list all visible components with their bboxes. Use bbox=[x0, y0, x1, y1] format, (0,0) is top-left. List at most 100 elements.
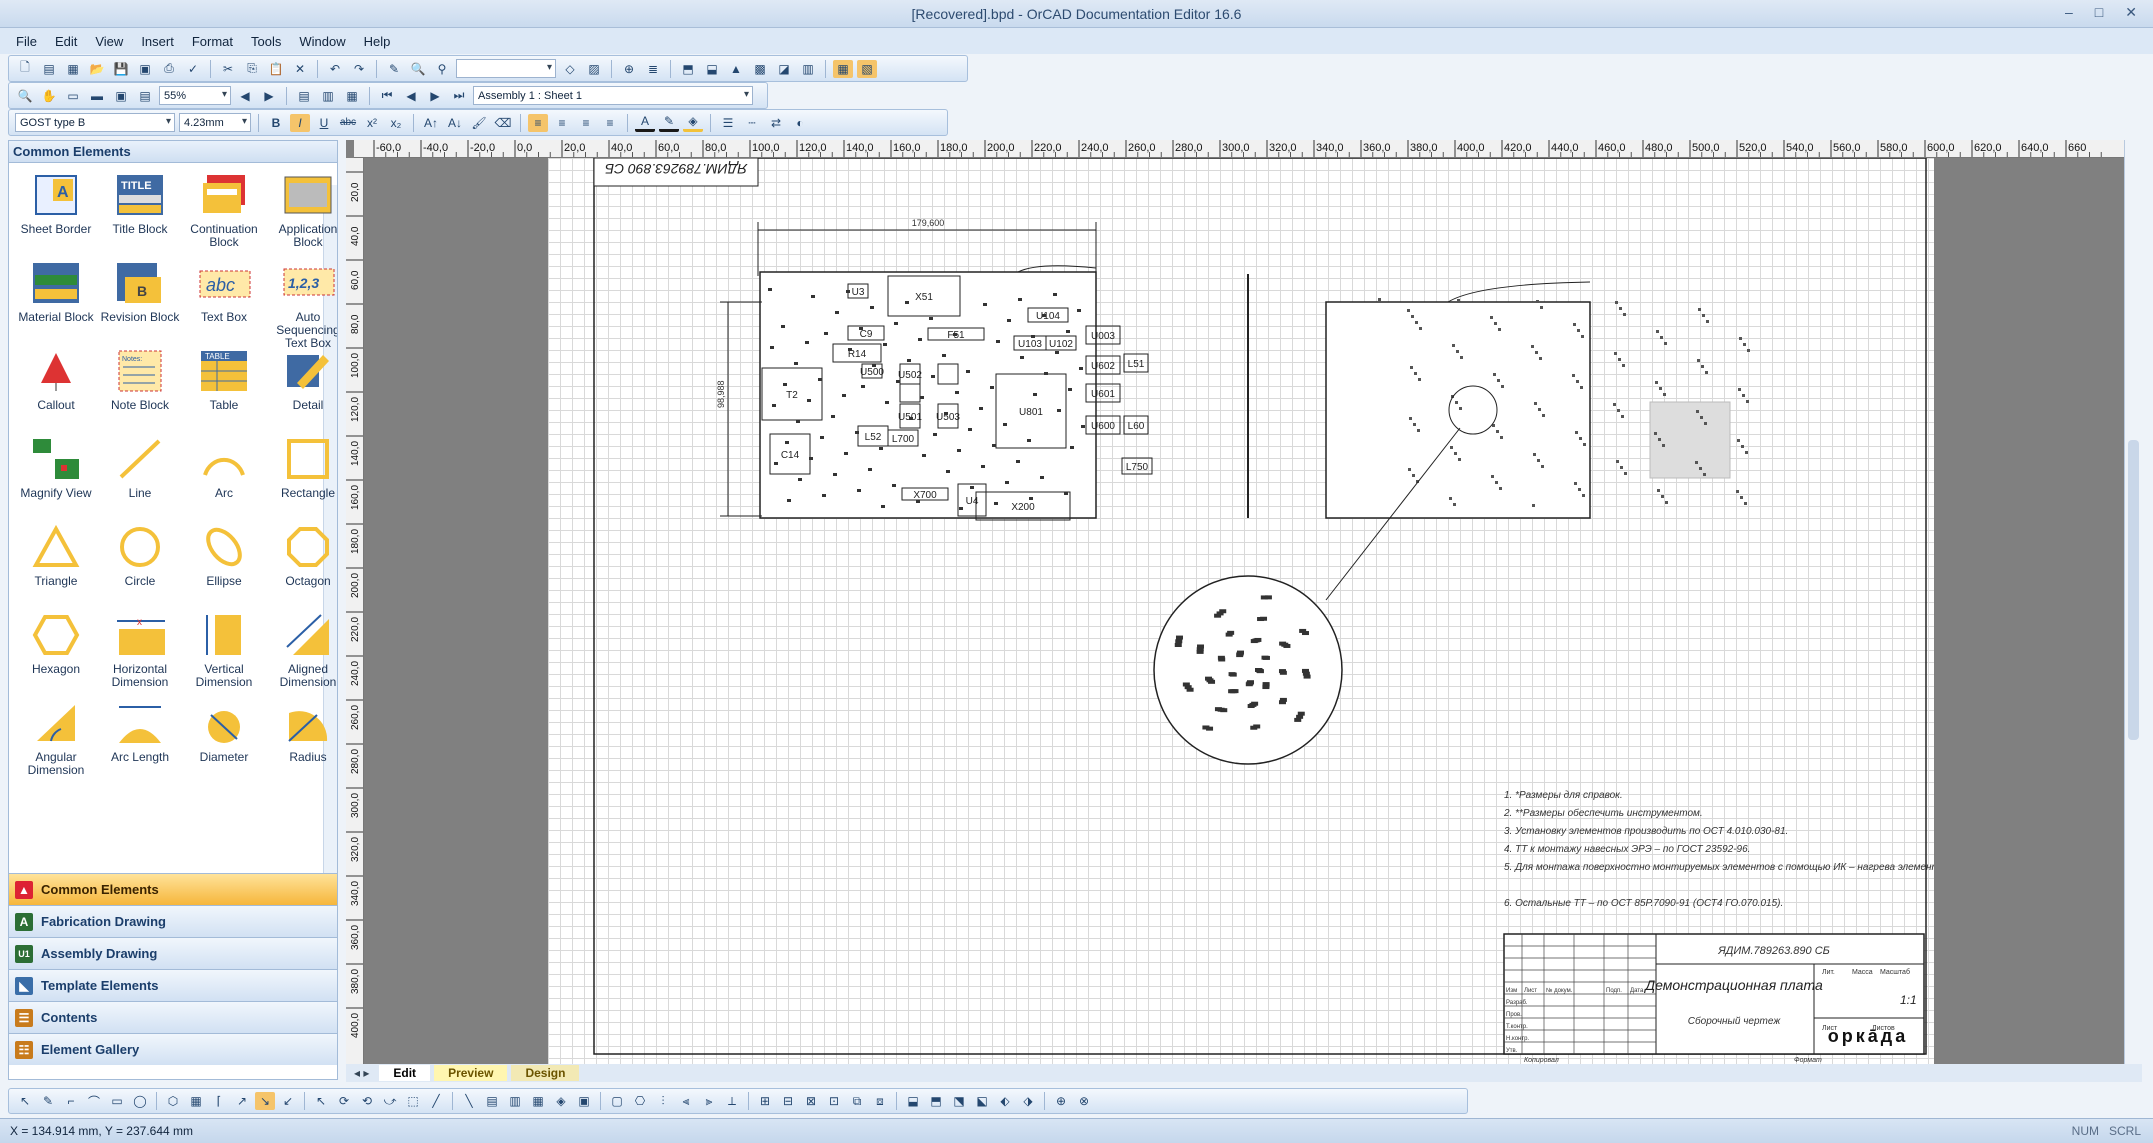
order-d-icon[interactable]: ⬕ bbox=[972, 1092, 992, 1110]
bold-button[interactable]: B bbox=[266, 114, 286, 132]
layers-icon[interactable]: ≣ bbox=[643, 60, 663, 78]
binoculars-icon[interactable]: ⚲ bbox=[432, 60, 452, 78]
snap-icon[interactable]: ▧ bbox=[857, 59, 877, 78]
bracket-icon[interactable]: ⌈ bbox=[209, 1092, 229, 1110]
save-icon[interactable]: 💾 bbox=[111, 60, 131, 78]
tab-design[interactable]: Design bbox=[511, 1065, 580, 1081]
palette-item-horizontal-dimension[interactable]: x Horizontal Dimension bbox=[97, 611, 183, 689]
menu-format[interactable]: Format bbox=[192, 34, 233, 49]
find-icon[interactable]: 🔍 bbox=[408, 60, 428, 78]
order-a-icon[interactable]: ⬓ bbox=[903, 1092, 923, 1110]
grow-font-icon[interactable]: A↑ bbox=[421, 114, 441, 132]
cut-icon[interactable]: ✂ bbox=[218, 60, 238, 78]
grid-c-icon[interactable]: ⊠ bbox=[801, 1092, 821, 1110]
align-center-icon[interactable]: ≡ bbox=[552, 114, 572, 132]
tab-edit[interactable]: Edit bbox=[379, 1065, 431, 1081]
palette-item-octagon[interactable]: Octagon bbox=[265, 523, 337, 588]
justify-icon[interactable]: ≡ bbox=[600, 114, 620, 132]
zoom-icon[interactable]: 🔍 bbox=[15, 87, 35, 105]
table-draw-icon[interactable]: ▦ bbox=[186, 1092, 206, 1110]
unstack-icon[interactable]: ⧈ bbox=[870, 1092, 890, 1110]
grid-d-icon[interactable]: ⊡ bbox=[824, 1092, 844, 1110]
palette-item-circle[interactable]: Circle bbox=[97, 523, 183, 588]
highlight-icon[interactable]: ▨ bbox=[584, 60, 604, 78]
polygon-draw-icon[interactable]: ⬡ bbox=[163, 1092, 183, 1110]
tab-preview[interactable]: Preview bbox=[434, 1065, 508, 1081]
back-icon[interactable]: ◀ bbox=[235, 87, 255, 105]
ellipse-draw-icon[interactable]: ◯ bbox=[130, 1092, 150, 1110]
palette-item-line[interactable]: Line bbox=[97, 435, 183, 500]
font-combo[interactable]: GOST type B bbox=[15, 113, 175, 132]
paste-icon[interactable]: 📋 bbox=[266, 60, 286, 78]
palette-item-ellipse[interactable]: Ellipse bbox=[181, 523, 267, 588]
distribute-a-icon[interactable]: ⎔ bbox=[630, 1092, 650, 1110]
rotate-ccw-icon[interactable]: ⟲ bbox=[357, 1092, 377, 1110]
grid-icon[interactable]: ▦ bbox=[833, 59, 853, 78]
page-layout-icon[interactable]: ▤ bbox=[294, 87, 314, 105]
save-all-icon[interactable]: ▣ bbox=[135, 60, 155, 78]
select-icon[interactable]: ↖ bbox=[15, 1092, 35, 1110]
palette-item-rectangle[interactable]: Rectangle bbox=[265, 435, 337, 500]
spell-icon[interactable]: ✓ bbox=[183, 60, 203, 78]
page-stack-icon[interactable]: ▥ bbox=[318, 87, 338, 105]
new-template-icon[interactable]: ▤ bbox=[39, 60, 59, 78]
palette-item-callout[interactable]: Callout bbox=[13, 347, 99, 412]
font-size-combo[interactable]: 4.23mm bbox=[179, 113, 251, 132]
nav-common-elements[interactable]: ▲ Common Elements bbox=[9, 873, 337, 905]
palette-item-hexagon[interactable]: Hexagon bbox=[13, 611, 99, 676]
close-button[interactable]: ✕ bbox=[2125, 4, 2137, 21]
palette-item-material-block[interactable]: Material Block bbox=[13, 259, 99, 324]
lock-icon[interactable]: ▥ bbox=[798, 60, 818, 78]
redo-icon[interactable]: ↷ bbox=[349, 60, 369, 78]
pan-icon[interactable]: ✋ bbox=[39, 87, 59, 105]
arrow-ne-icon[interactable]: ↗ bbox=[232, 1092, 252, 1110]
pencil-icon[interactable]: ✎ bbox=[38, 1092, 58, 1110]
menu-insert[interactable]: Insert bbox=[141, 34, 174, 49]
palette-item-diameter[interactable]: Diameter bbox=[181, 699, 267, 764]
print-icon[interactable]: ⎙ bbox=[159, 60, 179, 78]
line-color-icon[interactable]: ✎ bbox=[659, 114, 679, 132]
align-d-icon[interactable]: ◈ bbox=[551, 1092, 571, 1110]
line-a-icon[interactable]: ╱ bbox=[426, 1092, 446, 1110]
grid-a-icon[interactable]: ⊞ bbox=[755, 1092, 775, 1110]
underline-button[interactable]: U bbox=[314, 114, 334, 132]
order-b-icon[interactable]: ⬒ bbox=[926, 1092, 946, 1110]
snap-off-icon[interactable]: ⊗ bbox=[1074, 1092, 1094, 1110]
strike-button[interactable]: abc bbox=[338, 114, 358, 132]
pdf-icon[interactable]: ▲ bbox=[726, 60, 746, 78]
superscript-button[interactable]: x² bbox=[362, 114, 382, 132]
arc-draw-icon[interactable]: ⌒ bbox=[84, 1092, 104, 1110]
palette-item-sheet-border[interactable]: A Sheet Border bbox=[13, 171, 99, 236]
palette-item-title-block[interactable]: TITLE Title Block bbox=[97, 171, 183, 236]
nav-template-elements[interactable]: ◣ Template Elements bbox=[9, 969, 337, 1001]
palette-item-detail[interactable]: Detail bbox=[265, 347, 337, 412]
arrow-se-icon[interactable]: ↘ bbox=[255, 1092, 275, 1110]
shrink-font-icon[interactable]: A↓ bbox=[445, 114, 465, 132]
palette-item-table[interactable]: TABLE Table bbox=[181, 347, 267, 412]
palette-item-vertical-dimension[interactable]: Vertical Dimension bbox=[181, 611, 267, 689]
vertical-scrollbar[interactable] bbox=[2124, 140, 2142, 1064]
palette-item-arc[interactable]: Arc bbox=[181, 435, 267, 500]
rect-draw-icon[interactable]: ▭ bbox=[107, 1092, 127, 1110]
italic-button[interactable]: I bbox=[290, 113, 310, 132]
clear-format-icon[interactable]: ⌫ bbox=[493, 114, 513, 132]
line-style-icon[interactable]: ☰ bbox=[718, 114, 738, 132]
stack-icon[interactable]: ⧉ bbox=[847, 1092, 867, 1110]
zoom-page-icon[interactable]: ▭ bbox=[63, 87, 83, 105]
palette-item-revision-block[interactable]: B Revision Block bbox=[97, 259, 183, 324]
palette-item-application-block[interactable]: Application Block bbox=[265, 171, 337, 249]
order-f-icon[interactable]: ⬗ bbox=[1018, 1092, 1038, 1110]
distribute-d-icon[interactable]: ⫸ bbox=[699, 1092, 719, 1110]
menu-file[interactable]: File bbox=[16, 34, 37, 49]
menu-view[interactable]: View bbox=[95, 34, 123, 49]
first-page-icon[interactable]: ⏮ bbox=[377, 87, 397, 105]
import-icon[interactable]: ⬒ bbox=[678, 60, 698, 78]
delete-icon[interactable]: ✕ bbox=[290, 60, 310, 78]
copy-icon[interactable]: ⎘ bbox=[242, 60, 262, 78]
zoom-width-icon[interactable]: ▬ bbox=[87, 87, 107, 105]
align-f-icon[interactable]: ▢ bbox=[607, 1092, 627, 1110]
align-a-icon[interactable]: ▤ bbox=[482, 1092, 502, 1110]
order-c-icon[interactable]: ⬔ bbox=[949, 1092, 969, 1110]
open-template-icon[interactable]: ▦ bbox=[63, 60, 83, 78]
menu-edit[interactable]: Edit bbox=[55, 34, 77, 49]
